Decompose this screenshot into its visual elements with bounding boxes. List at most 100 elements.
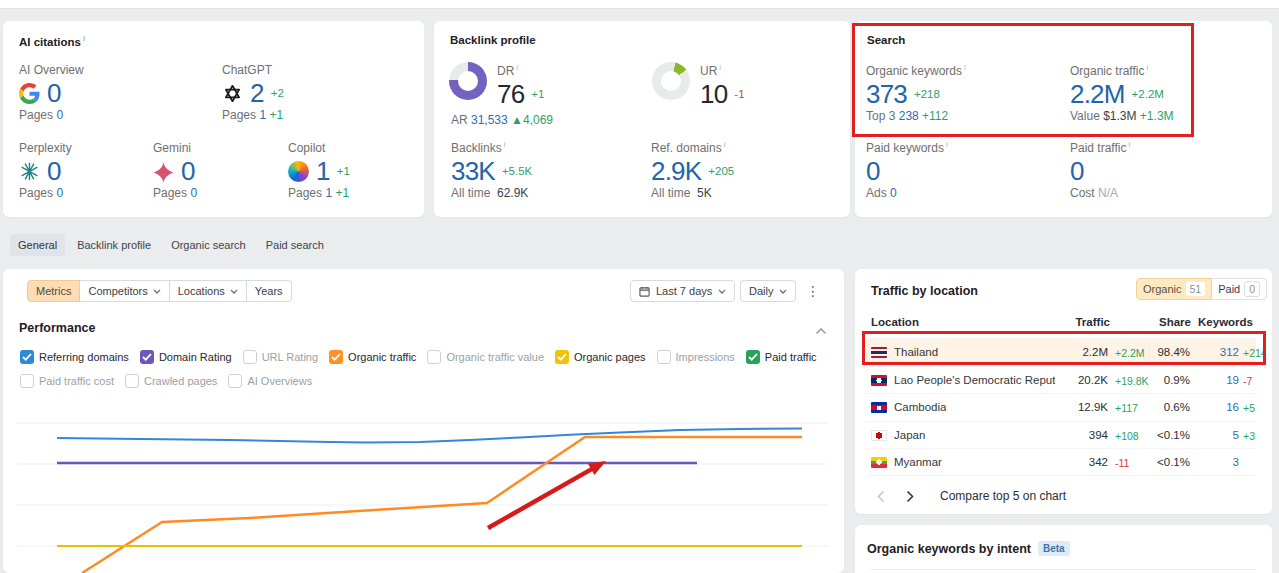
checkbox-organic-traffic-value[interactable]: Organic traffic value xyxy=(427,350,544,364)
checkbox-organic-traffic[interactable]: Organic traffic xyxy=(329,350,416,364)
metric-checkbox-row-2: Paid traffic cost Crawled pages AI Overvie… xyxy=(20,374,312,388)
metric-perplexity: Perplexity 0 Pages 0 xyxy=(19,141,72,200)
traffic-value: 342 xyxy=(1028,456,1108,468)
dr-value[interactable]: 76 xyxy=(497,84,524,104)
date-range-picker[interactable]: Last 7 days xyxy=(630,280,735,302)
backlinks-value[interactable]: 33K xyxy=(451,161,495,181)
share-value: 0.6% xyxy=(1164,401,1190,413)
chart-filter-buttons: Metrics Competitors Locations Years xyxy=(27,280,292,302)
checkbox-ai-overviews[interactable]: AI Overviews xyxy=(228,374,312,388)
keywords-value[interactable]: 3 xyxy=(1233,456,1239,468)
beta-badge: Beta xyxy=(1038,541,1070,556)
checkbox-impressions[interactable]: Impressions xyxy=(657,350,735,364)
myanmar-flag xyxy=(871,457,887,468)
info-icon: i xyxy=(719,63,721,72)
traffic-change: +108 xyxy=(1115,430,1139,442)
metric-ur: URi 10-1 xyxy=(700,63,745,104)
keywords-change: +3 xyxy=(1243,430,1255,442)
location-name: Cambodia xyxy=(894,401,946,413)
next-page-icon[interactable] xyxy=(906,490,914,503)
checkbox-organic-pages[interactable]: Organic pages xyxy=(555,350,646,364)
chevron-down-icon xyxy=(779,289,787,294)
keywords-value[interactable]: 16 xyxy=(1226,401,1239,413)
ai-overview-value[interactable]: 0 xyxy=(47,83,61,103)
metric-ai-overview: AI Overview 0 Pages 0 xyxy=(19,63,84,122)
chatgpt-value[interactable]: 2 xyxy=(250,83,264,103)
ai-citations-title: AI citationsi xyxy=(19,34,85,48)
copilot-value[interactable]: 1 xyxy=(316,161,330,181)
backlink-profile-title: Backlink profile xyxy=(450,34,536,46)
checkbox-url-rating[interactable]: URL Rating xyxy=(243,350,318,364)
info-icon: i xyxy=(724,140,726,149)
traffic-value: 394 xyxy=(1028,429,1108,441)
traffic-change: +117 xyxy=(1115,402,1138,414)
years-button[interactable]: Years xyxy=(246,280,292,302)
annotation-box-search xyxy=(852,23,1194,137)
chevron-down-icon xyxy=(153,289,161,294)
share-value: <0.1% xyxy=(1157,429,1190,441)
locations-button[interactable]: Locations xyxy=(169,280,247,302)
location-row-myanmar: Myanmar 342 -11 <0.1% 3 xyxy=(866,448,1256,476)
metric-dr: DRi 76+1 xyxy=(497,63,544,104)
ar-line: AR 31,533 ▲4,069 xyxy=(451,113,553,127)
gemini-icon xyxy=(153,161,174,182)
chevron-down-icon xyxy=(230,289,238,294)
keywords-value[interactable]: 5 xyxy=(1233,429,1239,441)
metric-gemini: Gemini 0 Pages 0 xyxy=(153,141,197,200)
chatgpt-icon xyxy=(222,83,243,104)
info-icon: i xyxy=(83,34,85,43)
keywords-value[interactable]: 19 xyxy=(1226,374,1239,386)
traffic-change: -11 xyxy=(1115,457,1129,469)
share-value: <0.1% xyxy=(1157,456,1190,468)
tab-backlink-profile[interactable]: Backlink profile xyxy=(69,234,159,256)
metric-backlinks: Backlinksi 33K+5.5K All time 62.9K xyxy=(451,140,532,200)
metrics-button[interactable]: Metrics xyxy=(27,280,80,302)
prev-page-icon[interactable] xyxy=(877,490,885,503)
report-tabs: General Backlink profile Organic search … xyxy=(10,234,336,256)
keywords-by-intent-panel: Organic keywords by intentBeta xyxy=(855,525,1272,573)
checkbox-crawled-pages[interactable]: Crawled pages xyxy=(125,374,217,388)
metric-ref-domains: Ref. domainsi 2.9K+205 All time 5K xyxy=(651,140,734,200)
checkbox-domain-rating[interactable]: Domain Rating xyxy=(140,350,232,364)
tab-general[interactable]: General xyxy=(10,234,65,256)
perplexity-value[interactable]: 0 xyxy=(47,161,61,181)
metric-chatgpt: ChatGPT 2 +2 Pages 1 +1 xyxy=(222,63,284,122)
paid-traffic-value[interactable]: 0 xyxy=(1070,161,1084,181)
location-name: Japan xyxy=(894,429,925,441)
info-icon: i xyxy=(504,140,506,149)
metric-checkbox-row-1: Referring domains Domain Rating URL Rating… xyxy=(20,350,817,364)
google-icon xyxy=(19,83,40,104)
metric-copilot: Copilot 1 +1 Pages 1 +1 xyxy=(288,141,350,200)
collapse-chevron-icon[interactable] xyxy=(815,327,827,335)
info-icon: i xyxy=(1128,140,1130,149)
checkbox-paid-traffic[interactable]: Paid traffic xyxy=(746,350,817,364)
checkbox-paid-traffic-cost[interactable]: Paid traffic cost xyxy=(20,374,114,388)
keywords-change: -7 xyxy=(1243,375,1252,387)
laos-flag xyxy=(871,375,887,386)
more-options-kebab-icon[interactable]: ⋮ xyxy=(806,281,820,301)
competitors-button[interactable]: Competitors xyxy=(79,280,169,302)
traffic-value: 12.9K xyxy=(1028,401,1108,413)
calendar-icon xyxy=(639,286,650,297)
traffic-by-location-title: Traffic by location xyxy=(871,284,978,298)
metric-paid-traffic: Paid traffici 0 Cost N/A xyxy=(1070,140,1130,200)
organic-toggle[interactable]: Organic51 xyxy=(1136,278,1212,300)
metric-paid-keywords: Paid keywordsi 0 Ads 0 xyxy=(866,140,948,200)
ur-donut-chart xyxy=(652,62,690,100)
info-icon: i xyxy=(516,63,518,72)
perplexity-icon xyxy=(19,161,40,182)
tab-organic-search[interactable]: Organic search xyxy=(163,234,254,256)
checkbox-referring-domains[interactable]: Referring domains xyxy=(20,350,129,364)
granularity-picker[interactable]: Daily xyxy=(740,280,796,302)
location-name: Myanmar xyxy=(894,456,942,468)
ur-value[interactable]: 10 xyxy=(700,84,727,104)
traffic-value: 20.2K xyxy=(1028,374,1108,386)
intent-divider xyxy=(871,569,1256,570)
paid-keywords-value[interactable]: 0 xyxy=(866,161,880,181)
paid-toggle[interactable]: Paid0 xyxy=(1212,278,1267,300)
tab-paid-search[interactable]: Paid search xyxy=(258,234,332,256)
performance-heading: Performance xyxy=(19,321,95,335)
ref-domains-value[interactable]: 2.9K xyxy=(651,161,701,181)
compare-top5-link[interactable]: Compare top 5 on chart xyxy=(940,489,1066,503)
gemini-value[interactable]: 0 xyxy=(181,161,195,181)
